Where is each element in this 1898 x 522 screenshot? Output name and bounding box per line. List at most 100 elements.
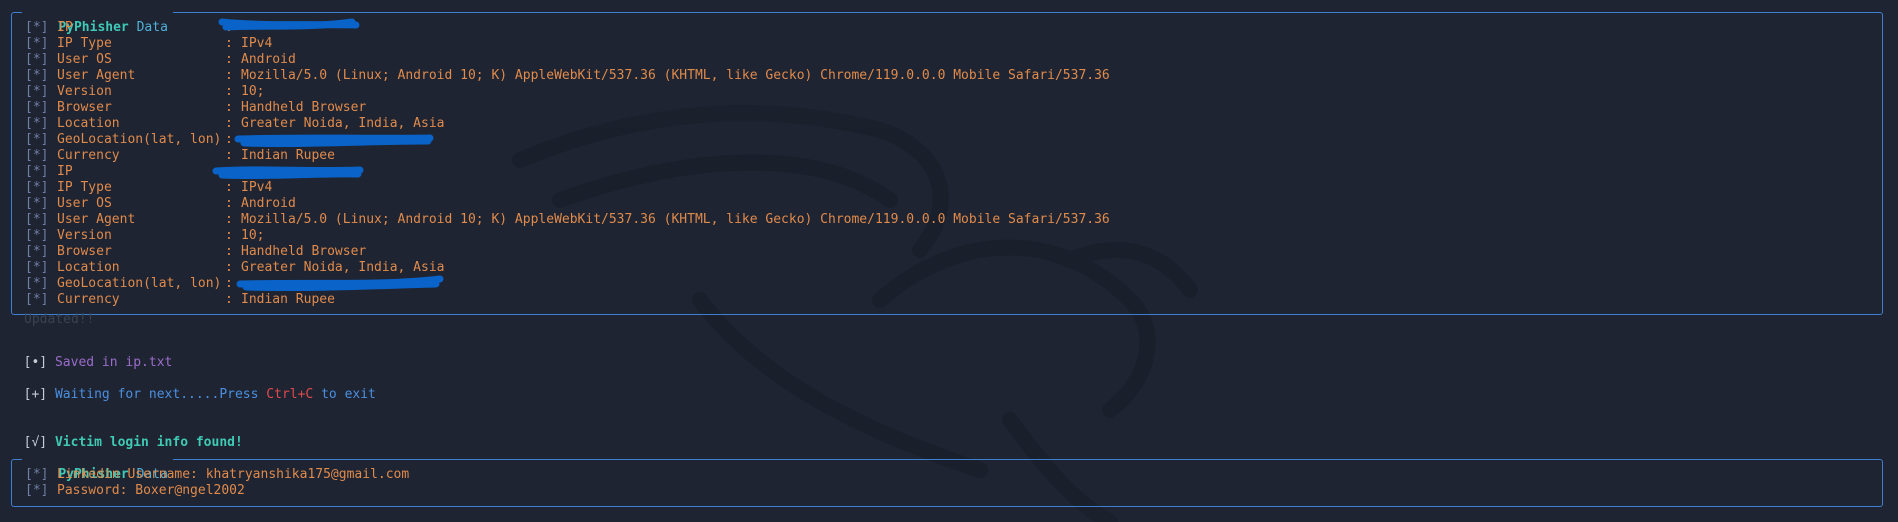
row-separator: : (225, 132, 233, 147)
row-key: Version (57, 84, 112, 99)
row-marker: [*] (25, 180, 49, 195)
row-marker: [*] (25, 52, 49, 67)
info-row: [*] Version:10; (12, 228, 1882, 244)
row-marker: [*] (25, 196, 49, 211)
row-key: User OS (57, 196, 112, 211)
waiting-message: [+] Waiting for next.....Press Ctrl+C to… (8, 371, 376, 402)
row-marker: [*] (25, 68, 49, 83)
credential-text: Password: Boxer@ngel2002 (57, 483, 245, 498)
row-marker: [*] (25, 148, 49, 163)
row-marker: [*] (25, 276, 49, 291)
info-row: [*] User Agent: Mozilla/5.0 (Linux; Androi… (12, 68, 1882, 84)
row-key: Browser (57, 244, 112, 259)
saved-text: Saved in ip.txt (54, 355, 173, 370)
found-mark: [√] (23, 435, 48, 450)
row-key: IP (57, 20, 73, 35)
info-row: [*] IP: (12, 164, 1882, 180)
row-value: Mozilla/5.0 (Linux; Android 10; K) Apple… (241, 68, 1110, 83)
row-separator: : (225, 260, 233, 275)
row-separator: : (225, 52, 233, 67)
saved-message: [•] Saved in ip.txt (8, 339, 173, 370)
row-key: IP (57, 164, 73, 179)
info-row: [*] IP Type: IPv4 (12, 36, 1882, 52)
row-marker: [*] (25, 483, 49, 498)
row-separator: : (225, 148, 233, 163)
row-value: Android (241, 52, 296, 67)
info-row: [*] Browser: Handheld Browser (12, 100, 1882, 116)
found-text: Victim login info found! (54, 435, 243, 450)
row-separator: : (225, 212, 233, 227)
row-value: Handheld Browser (241, 100, 367, 115)
row-separator: : (225, 164, 233, 179)
row-separator: : (225, 100, 233, 115)
row-separator: : (225, 292, 233, 307)
row-marker: [*] (25, 467, 49, 482)
row-marker: [*] (25, 260, 49, 275)
row-value: Greater Noida, India, Asia (241, 116, 445, 131)
row-marker: [*] (25, 84, 49, 99)
info-row: [*] User Agent: Mozilla/5.0 (Linux; Androi… (12, 212, 1882, 228)
row-marker: [*] (25, 164, 49, 179)
row-key: Version (57, 228, 112, 243)
credential-row: [*] Linkedin Username: khatryanshika175@g… (12, 467, 1882, 483)
row-separator: : (225, 180, 233, 195)
row-value: 10; (241, 84, 265, 99)
row-marker: [*] (25, 36, 49, 51)
row-key: IP Type (57, 36, 112, 51)
row-marker: [*] (25, 100, 49, 115)
info-row: [*] Version:10; (12, 84, 1882, 100)
row-value: Android (241, 196, 296, 211)
row-marker: [*] (25, 20, 49, 35)
row-separator: : (225, 244, 233, 259)
row-marker: [*] (25, 116, 49, 131)
row-key: User OS (57, 52, 112, 67)
row-key: Currency (57, 292, 120, 307)
row-marker: [*] (25, 132, 49, 147)
info-row: [*] GeoLocation(lat, lon): (12, 276, 1882, 292)
row-separator: : (225, 276, 233, 291)
row-value: IPv4 (241, 180, 273, 195)
row-value: IPv4 (241, 36, 273, 51)
pyphisher-data-panel: PyPhisher Data [*] IP: [*] IP Type: IPv4 [*] U… (11, 4, 1883, 315)
login-found-message: [√] Victim login info found! (8, 419, 243, 450)
info-row: [*] Currency: Indian Rupee (12, 148, 1882, 164)
row-separator: : (225, 196, 233, 211)
row-separator: : (225, 84, 233, 99)
credential-text: Linkedin Username: khatryanshika175@gmai… (57, 467, 410, 482)
info-row: [*] User OS: Android (12, 52, 1882, 68)
row-key: GeoLocation(lat, lon) (57, 132, 222, 147)
visitor-info-list: [*] IP: [*] IP Type: IPv4 [*] User OS: Android[… (12, 20, 1882, 308)
info-row: [*] IP: (12, 20, 1882, 36)
info-row: [*] Location: Greater Noida, India, Asia (12, 260, 1882, 276)
waiting-mark: [+] (23, 387, 48, 402)
waiting-tail: to exit (313, 387, 376, 402)
row-value: Indian Rupee (241, 148, 335, 163)
info-row: [*] Location: Greater Noida, India, Asia (12, 116, 1882, 132)
credential-row: [*] Password: Boxer@ngel2002 (12, 483, 1882, 499)
row-key: GeoLocation(lat, lon) (57, 276, 222, 291)
row-marker: [*] (25, 228, 49, 243)
row-value: Greater Noida, India, Asia (241, 260, 445, 275)
ctrl-c-key: Ctrl+C (266, 387, 314, 402)
saved-mark: [•] (23, 355, 48, 370)
row-value: Handheld Browser (241, 244, 367, 259)
row-separator: : (225, 228, 233, 243)
row-key: Location (57, 116, 120, 131)
row-separator: : (225, 68, 233, 83)
row-separator: : (225, 116, 233, 131)
info-row: [*] GeoLocation(lat, lon): (12, 132, 1882, 148)
row-value: Mozilla/5.0 (Linux; Android 10; K) Apple… (241, 212, 1110, 227)
waiting-text: Waiting for next.....Press (54, 387, 267, 402)
row-marker: [*] (25, 244, 49, 259)
row-marker: [*] (25, 212, 49, 227)
row-key: User Agent (57, 212, 136, 227)
credentials-list: [*] Linkedin Username: khatryanshika175@g… (12, 467, 1882, 499)
row-value: 10; (241, 228, 265, 243)
row-value: Indian Rupee (241, 292, 335, 307)
row-key: IP Type (57, 180, 112, 195)
updated-message: Updated!! (24, 312, 95, 327)
row-key: Currency (57, 148, 120, 163)
pyphisher-credentials-panel: PyPhisher Data [*] Linkedin Username: kha… (11, 451, 1883, 507)
row-separator: : (225, 36, 233, 51)
info-row: [*] User OS: Android (12, 196, 1882, 212)
